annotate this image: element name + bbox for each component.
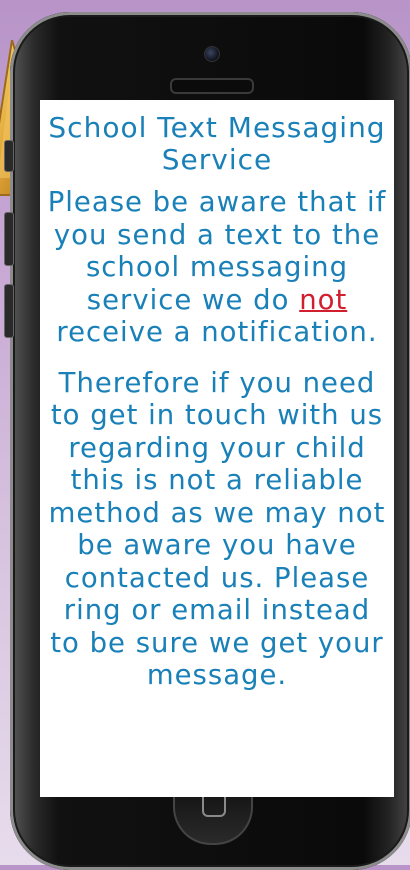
home-button-icon xyxy=(202,797,226,817)
message-text-part-2: receive a notification. xyxy=(56,316,378,348)
earpiece-speaker xyxy=(170,78,254,94)
message-paragraph-1: Please be aware that if you send a text … xyxy=(46,186,388,349)
phone-screen: School Text Messaging Service Please be … xyxy=(40,100,394,797)
volume-down-button[interactable] xyxy=(4,284,14,338)
volume-up-button[interactable] xyxy=(4,212,14,266)
mute-switch[interactable] xyxy=(4,140,14,172)
emphasis-not: not xyxy=(299,283,348,316)
screen-title: School Text Messaging Service xyxy=(48,111,386,176)
message-paragraph-2: Therefore if you need to get in touch wi… xyxy=(48,366,386,692)
camera-icon xyxy=(204,46,220,62)
